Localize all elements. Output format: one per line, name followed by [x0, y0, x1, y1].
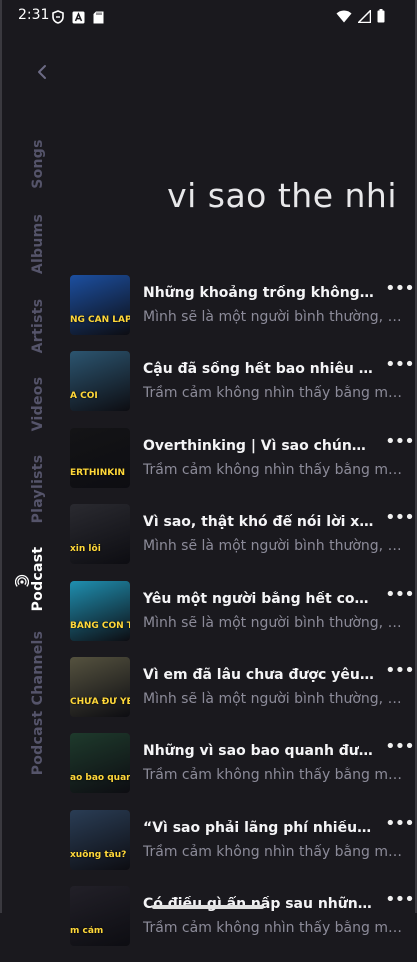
episode-thumbnail[interactable]: ERTHINKIN: [70, 427, 130, 488]
episode-title[interactable]: Vì em đã lâu chưa được yêu nhiều: [143, 667, 375, 683]
chevron-left-icon: [38, 65, 46, 79]
more-options-button[interactable]: •••: [385, 891, 415, 913]
a-box-icon: [72, 9, 85, 28]
episode-row[interactable]: m cảmCó điều gì ẩn nấp sau những nụ cười…: [70, 885, 417, 961]
home-indicator[interactable]: [152, 905, 264, 909]
episode-list: NG CẦN LẤP Đ Những khoảng trống không cần…: [70, 274, 417, 962]
search-query-title: vi sao the nhi: [167, 176, 397, 215]
episode-title[interactable]: Những vì sao bao quanh đường sống: [143, 743, 375, 759]
episode-channel: Trầm cảm không nhìn thấy bằng mắt thường: [143, 843, 405, 860]
more-options-button[interactable]: •••: [385, 661, 415, 684]
tab-songs[interactable]: Songs: [30, 139, 46, 189]
more-options-button[interactable]: •••: [385, 585, 415, 608]
tab-videos[interactable]: Videos: [30, 377, 46, 432]
episode-row[interactable]: xuống tàu? “Vì sao phải lãng phí nhiều th…: [70, 809, 417, 885]
thumbnail-caption: À CỖI: [70, 391, 98, 402]
thumbnail-caption: ao bao quanh đường s: [70, 773, 130, 784]
status-right-icons: [336, 8, 385, 27]
episode-channel: Trầm cảm không nhìn thấy bằng mắt thường: [143, 767, 405, 784]
more-options-button[interactable]: •••: [385, 432, 415, 455]
tab-playlists[interactable]: Playlists: [30, 455, 46, 524]
episode-thumbnail[interactable]: xin lỗi: [70, 504, 130, 565]
episode-row[interactable]: xin lỗi Vì sao, thật khó để nói lời xin l…: [70, 503, 417, 579]
thumbnail-caption: ERTHINKIN: [70, 467, 126, 478]
more-options-button[interactable]: •••: [385, 738, 415, 760]
signal-icon: [356, 8, 372, 27]
episode-title[interactable]: Những khoảng trống không cần lấp đầy: [143, 285, 375, 301]
episode-row[interactable]: ao bao quanh đường s Những vì sao bao qua…: [70, 732, 417, 808]
episode-title[interactable]: Overthinking | Vì sao chúng ta lại nghĩ: [143, 438, 375, 454]
episode-thumbnail[interactable]: m cảm: [70, 886, 130, 947]
episode-title[interactable]: “Vì sao phải lãng phí nhiều thì giờ: [143, 820, 375, 836]
more-options-button[interactable]: •••: [385, 814, 415, 837]
thumbnail-caption: xin lỗi: [70, 544, 101, 555]
episode-row[interactable]: NG CẦN LẤP Đ Những khoảng trống không cần…: [70, 274, 417, 350]
more-options-button[interactable]: •••: [385, 356, 415, 378]
episode-row[interactable]: À CỖI Cậu đã sống hết bao nhiêu phần trăm…: [70, 350, 417, 426]
episode-channel: Mình sẽ là một người bình thường, sống: [143, 538, 405, 555]
tab-podcast-channels[interactable]: Podcast Channels: [30, 631, 46, 776]
episode-row[interactable]: BẰNG CON TI Yêu một người bằng hết con ti…: [70, 580, 417, 656]
status-bar: 2:31: [0, 0, 417, 32]
episode-channel: Trầm cảm không nhìn thấy bằng mắt thường: [143, 385, 405, 402]
thumbnail-caption: m cảm: [70, 926, 104, 937]
podcast-icon: [14, 573, 30, 587]
thumbnail-caption: xuống tàu?: [70, 849, 127, 860]
episode-thumbnail[interactable]: NG CẦN LẤP Đ: [70, 275, 130, 335]
status-left-icons: [52, 9, 104, 28]
more-options-button[interactable]: •••: [385, 509, 415, 531]
tab-albums[interactable]: Albums: [30, 214, 46, 274]
episode-channel: Mình sẽ là một người bình thường, sống: [143, 690, 405, 707]
episode-thumbnail[interactable]: ao bao quanh đường s: [70, 733, 130, 794]
episode-thumbnail[interactable]: xuống tàu?: [70, 809, 130, 870]
episode-title[interactable]: Cậu đã sống hết bao nhiêu phần trăm: [143, 361, 375, 377]
battery-icon: [377, 8, 385, 27]
episode-channel: Mình sẽ là một người bình thường, sống: [143, 309, 405, 325]
episode-thumbnail[interactable]: CHƯA ĐƯ YÊU NHI: [70, 656, 130, 717]
sd-card-icon: [93, 9, 104, 28]
episode-channel: Trầm cảm không nhìn thấy bằng mắt thường: [143, 920, 405, 937]
tab-podcast[interactable]: Podcast: [30, 547, 46, 612]
back-button[interactable]: [28, 58, 56, 86]
wifi-icon: [336, 8, 352, 27]
episode-channel: Mình sẽ là một người bình thường, sống: [143, 614, 405, 631]
episode-channel: Trầm cảm không nhìn thấy bằng mắt thường: [143, 461, 405, 478]
thumbnail-caption: CHƯA ĐƯ YÊU NHI: [70, 696, 130, 707]
thumbnail-caption: BẰNG CON TI: [70, 620, 130, 631]
episode-row[interactable]: CHƯA ĐƯ YÊU NHI Vì em đã lâu chưa được yê…: [70, 656, 417, 732]
frame-edge-left: [0, 0, 2, 913]
status-time: 2:31: [18, 7, 50, 23]
shield-icon: [52, 9, 64, 28]
episode-title[interactable]: Vì sao, thật khó để nói lời xin lỗi?: [143, 514, 375, 530]
episode-thumbnail[interactable]: À CỖI: [70, 351, 130, 412]
thumbnail-caption: NG CẦN LẤP Đ: [70, 315, 130, 325]
episode-thumbnail[interactable]: BẰNG CON TI: [70, 580, 130, 641]
more-options-button[interactable]: •••: [385, 280, 415, 302]
tab-artists[interactable]: Artists: [30, 299, 46, 354]
episode-row[interactable]: ERTHINKIN Overthinking | Vì sao chúng ta …: [70, 427, 417, 503]
episode-title[interactable]: Yêu một người bằng hết con tim mình: [143, 591, 375, 607]
